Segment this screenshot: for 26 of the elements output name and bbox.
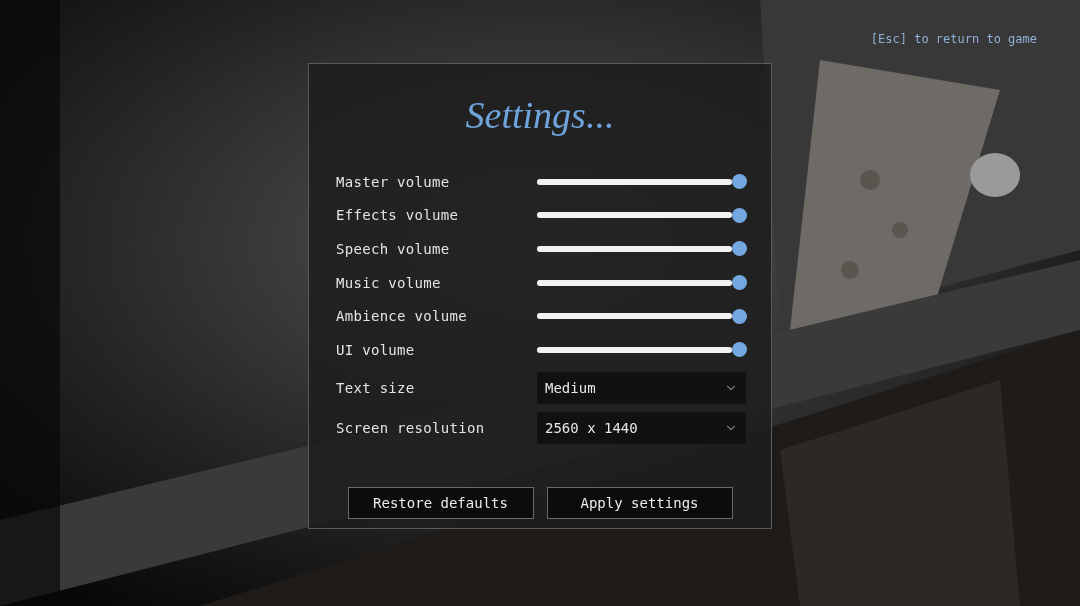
slider-thumb[interactable] xyxy=(732,241,747,257)
slider-thumb[interactable] xyxy=(732,207,747,223)
settings-title: Settings... xyxy=(465,93,615,138)
slider-thumb[interactable] xyxy=(732,275,747,291)
slider-thumb[interactable] xyxy=(732,308,747,324)
setting-label: Screen resolution xyxy=(336,419,485,436)
setting-label: Music volume xyxy=(336,274,441,291)
setting-label: Text size xyxy=(336,379,415,396)
action-button[interactable]: Apply settings xyxy=(546,486,733,519)
setting-label: UI volume xyxy=(336,341,415,358)
dropdown[interactable]: 2560 x 1440 xyxy=(537,411,746,444)
slider-thumb[interactable] xyxy=(732,174,747,190)
action-button[interactable]: Restore defaults xyxy=(347,486,534,519)
volume-slider[interactable] xyxy=(537,241,746,257)
setting-label: Speech volume xyxy=(336,241,450,257)
volume-slider[interactable] xyxy=(537,308,746,324)
slider-thumb[interactable] xyxy=(732,342,747,358)
setting-label: Master volume xyxy=(336,173,450,190)
volume-slider[interactable] xyxy=(537,275,746,291)
dropdown[interactable]: Medium xyxy=(537,371,746,404)
volume-slider[interactable] xyxy=(537,342,746,358)
volume-slider[interactable] xyxy=(537,207,746,223)
volume-slider[interactable] xyxy=(537,174,746,190)
return-hint: [Esc] to return to game xyxy=(870,31,1037,47)
setting-label: Effects volume xyxy=(336,207,459,224)
setting-label: Ambience volume xyxy=(336,308,467,325)
